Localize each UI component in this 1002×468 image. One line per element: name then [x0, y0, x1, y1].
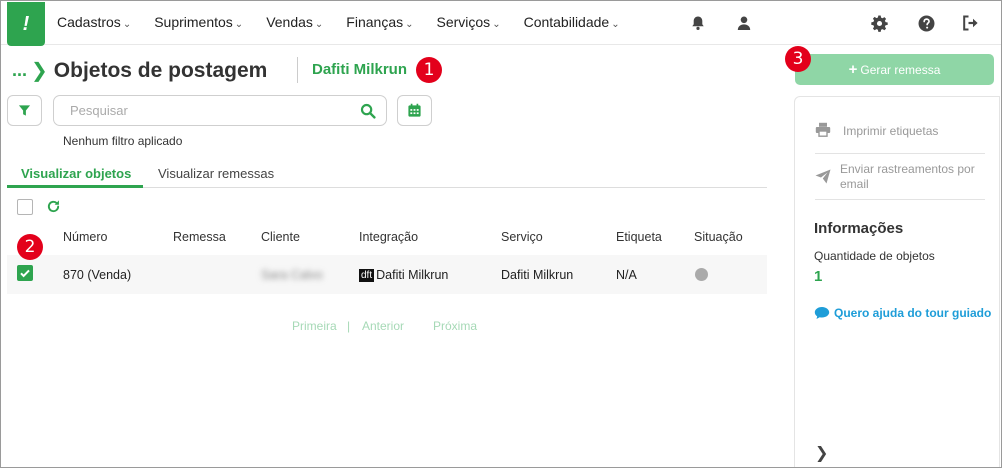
info-title: Informações: [814, 220, 904, 237]
guided-tour-label: Quero ajuda do tour guiado: [834, 306, 992, 320]
pagination-next[interactable]: Próxima: [433, 319, 477, 333]
integracao-label: Dafiti Milkrun: [376, 268, 449, 282]
main-menu: Cadastros ⌄ Suprimentos ⌄ Vendas ⌄ Finanças…: [57, 14, 643, 30]
menu-label: Contabilidade: [523, 14, 610, 30]
quantity-label: Quantidade de objetos: [814, 249, 935, 263]
annotation-badge-2: 2: [17, 234, 43, 260]
chevron-down-icon: ⌄: [611, 19, 620, 30]
row-checkbox[interactable]: [17, 265, 33, 281]
menu-servicos[interactable]: Serviços ⌄: [437, 14, 501, 30]
send-icon: [815, 169, 831, 189]
cell-numero[interactable]: 870 (Venda): [63, 268, 131, 282]
divider: [815, 153, 985, 154]
print-labels-action[interactable]: Imprimir etiquetas: [843, 124, 938, 139]
annotation-badge-3: 3: [785, 46, 811, 72]
search-icon[interactable]: [360, 103, 376, 124]
help-icon[interactable]: [916, 13, 936, 33]
menu-label: Finanças: [346, 14, 404, 30]
title-divider: [297, 57, 298, 83]
chevron-down-icon: ⌄: [405, 19, 414, 30]
app-logo[interactable]: !: [7, 2, 45, 46]
chevron-right-icon[interactable]: ❯: [815, 443, 828, 463]
menu-suprimentos[interactable]: Suprimentos ⌄: [154, 14, 243, 30]
chat-bubble-icon: [814, 307, 830, 319]
cell-servico: Dafiti Milkrun: [501, 268, 574, 282]
menu-contabilidade[interactable]: Contabilidade ⌄: [524, 14, 620, 30]
pagination-previous[interactable]: Anterior: [362, 319, 404, 333]
check-icon: [20, 269, 30, 278]
column-integracao[interactable]: Integração: [359, 230, 418, 244]
chevron-down-icon: ⌄: [122, 19, 132, 30]
menu-financas[interactable]: Finanças ⌄: [346, 14, 413, 30]
gear-icon[interactable]: [869, 13, 889, 33]
bell-icon[interactable]: [688, 13, 708, 33]
dafiti-logo-icon: dft: [359, 269, 375, 282]
cell-integracao: dft Dafiti Milkrun: [359, 268, 448, 282]
cell-cliente: Sara Calvo: [261, 268, 323, 282]
store-name: Dafiti Milkrun: [312, 61, 408, 78]
menu-label: Cadastros: [57, 14, 121, 30]
column-numero[interactable]: Número: [63, 230, 107, 244]
status-indicator-icon: [695, 268, 708, 281]
actions-panel: Imprimir etiquetas Enviar rastreamentos …: [794, 96, 1000, 468]
tab-visualizar-objetos[interactable]: Visualizar objetos: [7, 166, 143, 188]
pagination-separator: |: [347, 319, 351, 333]
filter-status: Nenhum filtro aplicado: [63, 134, 183, 148]
user-icon[interactable]: [734, 13, 754, 33]
breadcrumb-back[interactable]: ...: [12, 60, 27, 81]
column-situacao[interactable]: Situação: [694, 230, 743, 244]
chevron-down-icon: ⌄: [314, 19, 324, 30]
select-all-checkbox[interactable]: [17, 199, 33, 215]
generate-shipment-button[interactable]: + Gerar remessa: [795, 54, 994, 85]
plus-icon: +: [848, 61, 858, 78]
filter-button[interactable]: [7, 95, 42, 126]
refresh-icon[interactable]: [46, 199, 61, 219]
annotation-badge-1: 1: [416, 57, 442, 83]
pagination-first[interactable]: Primeira: [292, 319, 337, 333]
logout-icon[interactable]: [961, 13, 981, 33]
chevron-down-icon: ⌄: [492, 19, 501, 30]
column-servico[interactable]: Serviço: [501, 230, 543, 244]
menu-label: Vendas: [266, 14, 313, 30]
view-tabs: Visualizar objetos Visualizar remessas: [7, 166, 767, 188]
menu-vendas[interactable]: Vendas ⌄: [266, 14, 323, 30]
column-cliente[interactable]: Cliente: [261, 230, 300, 244]
search-input[interactable]: [70, 103, 350, 118]
guided-tour-link[interactable]: Quero ajuda do tour guiado: [814, 306, 991, 320]
column-remessa[interactable]: Remessa: [173, 230, 226, 244]
printer-icon: [815, 122, 831, 142]
menu-label: Suprimentos: [154, 14, 233, 30]
divider: [815, 199, 985, 200]
menu-label: Serviços: [436, 14, 491, 30]
quantity-value: 1: [814, 268, 823, 285]
column-etiqueta[interactable]: Etiqueta: [616, 230, 662, 244]
search-field[interactable]: [53, 95, 387, 126]
calendar-button[interactable]: [397, 95, 432, 126]
chevron-down-icon: ⌄: [234, 19, 244, 30]
menu-cadastros[interactable]: Cadastros ⌄: [57, 14, 131, 30]
page-title: Objetos de postagem: [53, 58, 268, 82]
filter-icon: [18, 105, 31, 116]
chevron-right-icon: ❯: [31, 60, 48, 82]
logo-mark: !: [22, 12, 30, 35]
send-tracking-action[interactable]: Enviar rastreamentos por email: [840, 162, 990, 192]
top-navbar: ! Cadastros ⌄ Suprimentos ⌄ Vendas ⌄ Finanç…: [1, 1, 1001, 46]
cell-etiqueta: N/A: [616, 268, 637, 282]
tab-visualizar-remessas[interactable]: Visualizar remessas: [158, 166, 274, 188]
breadcrumb: ... ❯ Objetos de postagem: [12, 58, 267, 83]
generate-shipment-label: Gerar remessa: [860, 62, 941, 77]
calendar-icon: [408, 103, 421, 117]
